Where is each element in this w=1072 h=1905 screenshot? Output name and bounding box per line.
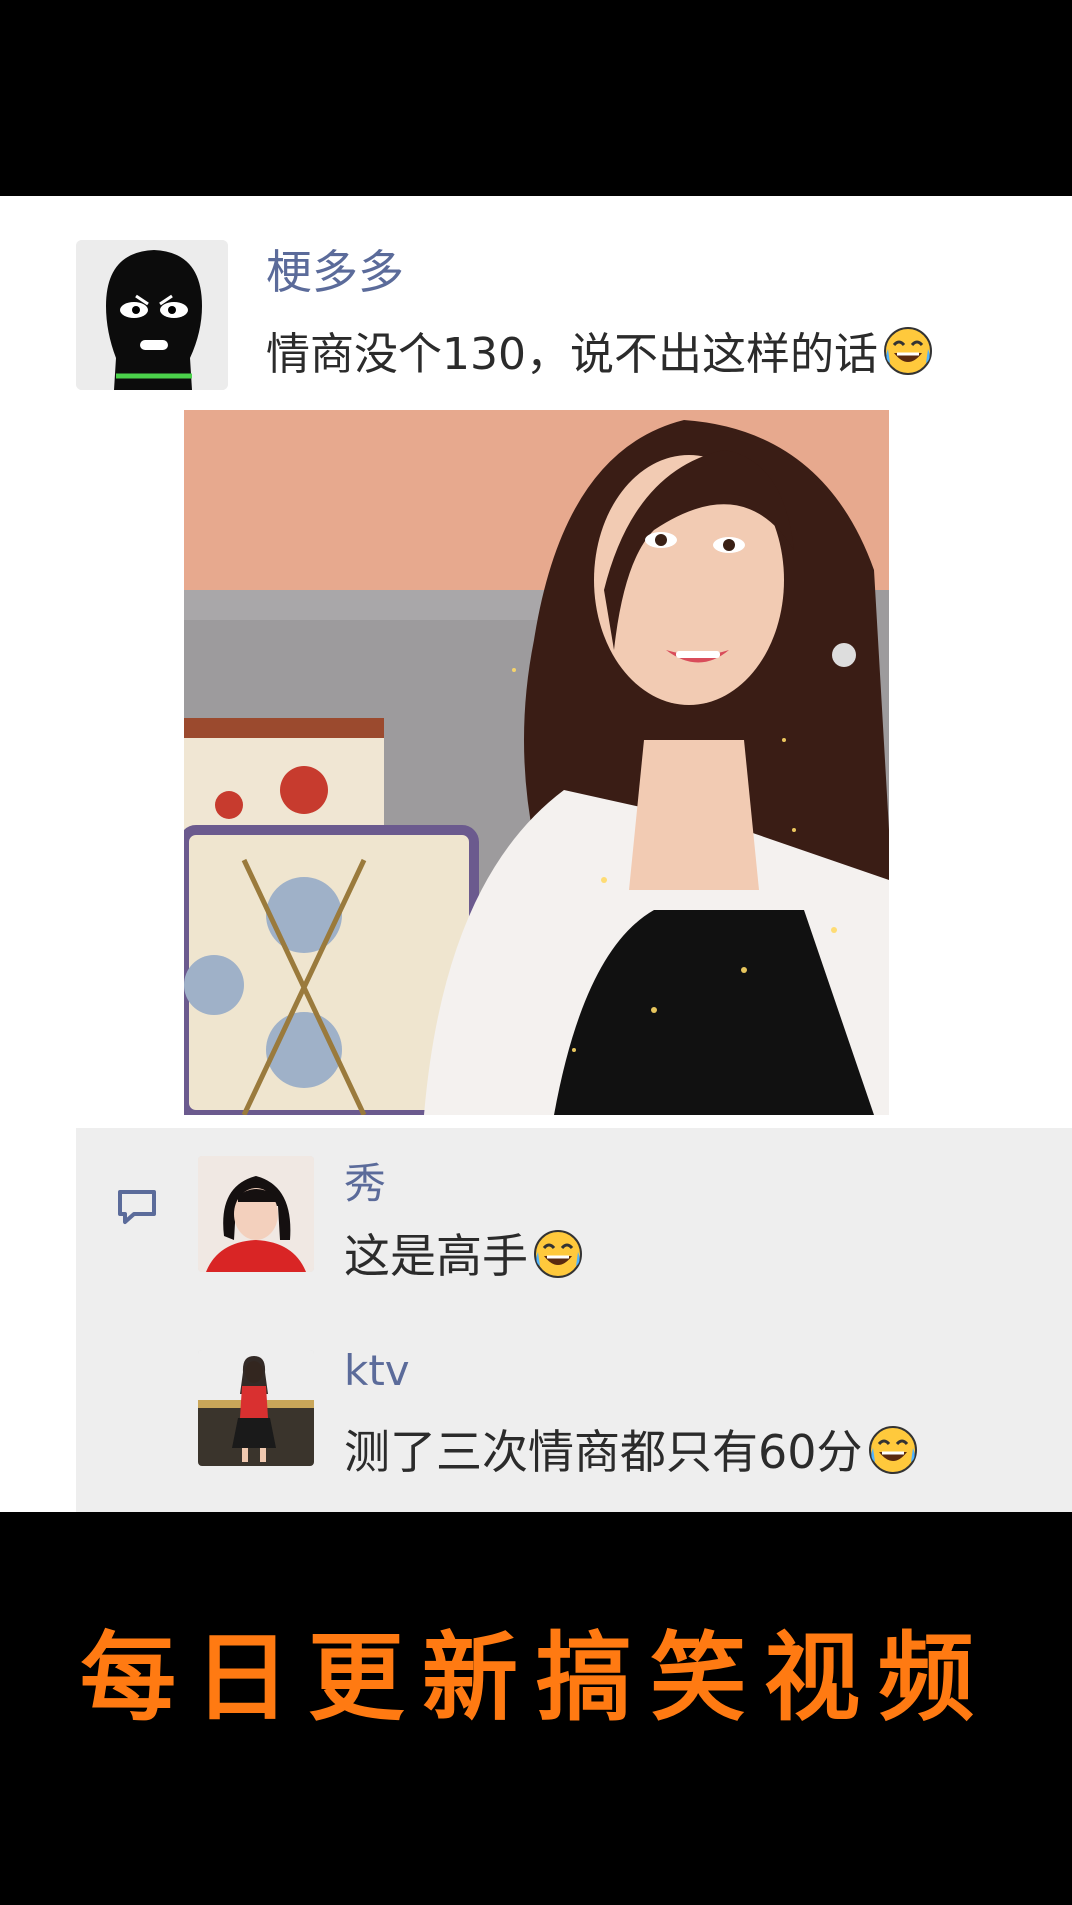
comment-text: 这是高手 (344, 1229, 528, 1283)
post-text: 情商没个130，说不出这样的话 (266, 329, 878, 380)
tears-of-joy-emoji-icon (883, 327, 932, 375)
speech-bubble-icon[interactable] (114, 1184, 160, 1230)
comment-text-line: 这是高手 (344, 1220, 584, 1286)
post-username[interactable]: 梗多多 (266, 236, 404, 302)
user-avatar[interactable] (76, 240, 228, 390)
tears-of-joy-emoji-icon (534, 1230, 582, 1278)
comment-text: 测了三次情商都只有60分 (344, 1425, 863, 1479)
post-text-line: 情商没个130，说不出这样的话 (266, 318, 934, 382)
woman-standing-avatar-image (198, 1350, 314, 1466)
masked-head-avatar-image (76, 240, 228, 390)
tears-of-joy-emoji-icon (868, 1426, 917, 1474)
woman-avatar-image (198, 1156, 314, 1272)
post-photo[interactable] (184, 410, 889, 1115)
comment-avatar[interactable] (198, 1156, 314, 1272)
comment-avatar[interactable] (198, 1350, 314, 1466)
post-card: 梗多多 情商没个130，说不出这样的话 秀 这是高手 ktv 测了三次情商都只有… (0, 196, 1072, 1512)
comment-username[interactable]: ktv (344, 1346, 410, 1395)
comment-text-line: 测了三次情商都只有60分 (344, 1416, 919, 1482)
promo-banner: 每日更新搞笑视频 (80, 1622, 992, 1734)
comments-section: 秀 这是高手 ktv 测了三次情商都只有60分 (76, 1128, 1072, 1512)
woman-on-sofa-image (184, 410, 889, 1115)
comment-username[interactable]: 秀 (344, 1150, 386, 1211)
